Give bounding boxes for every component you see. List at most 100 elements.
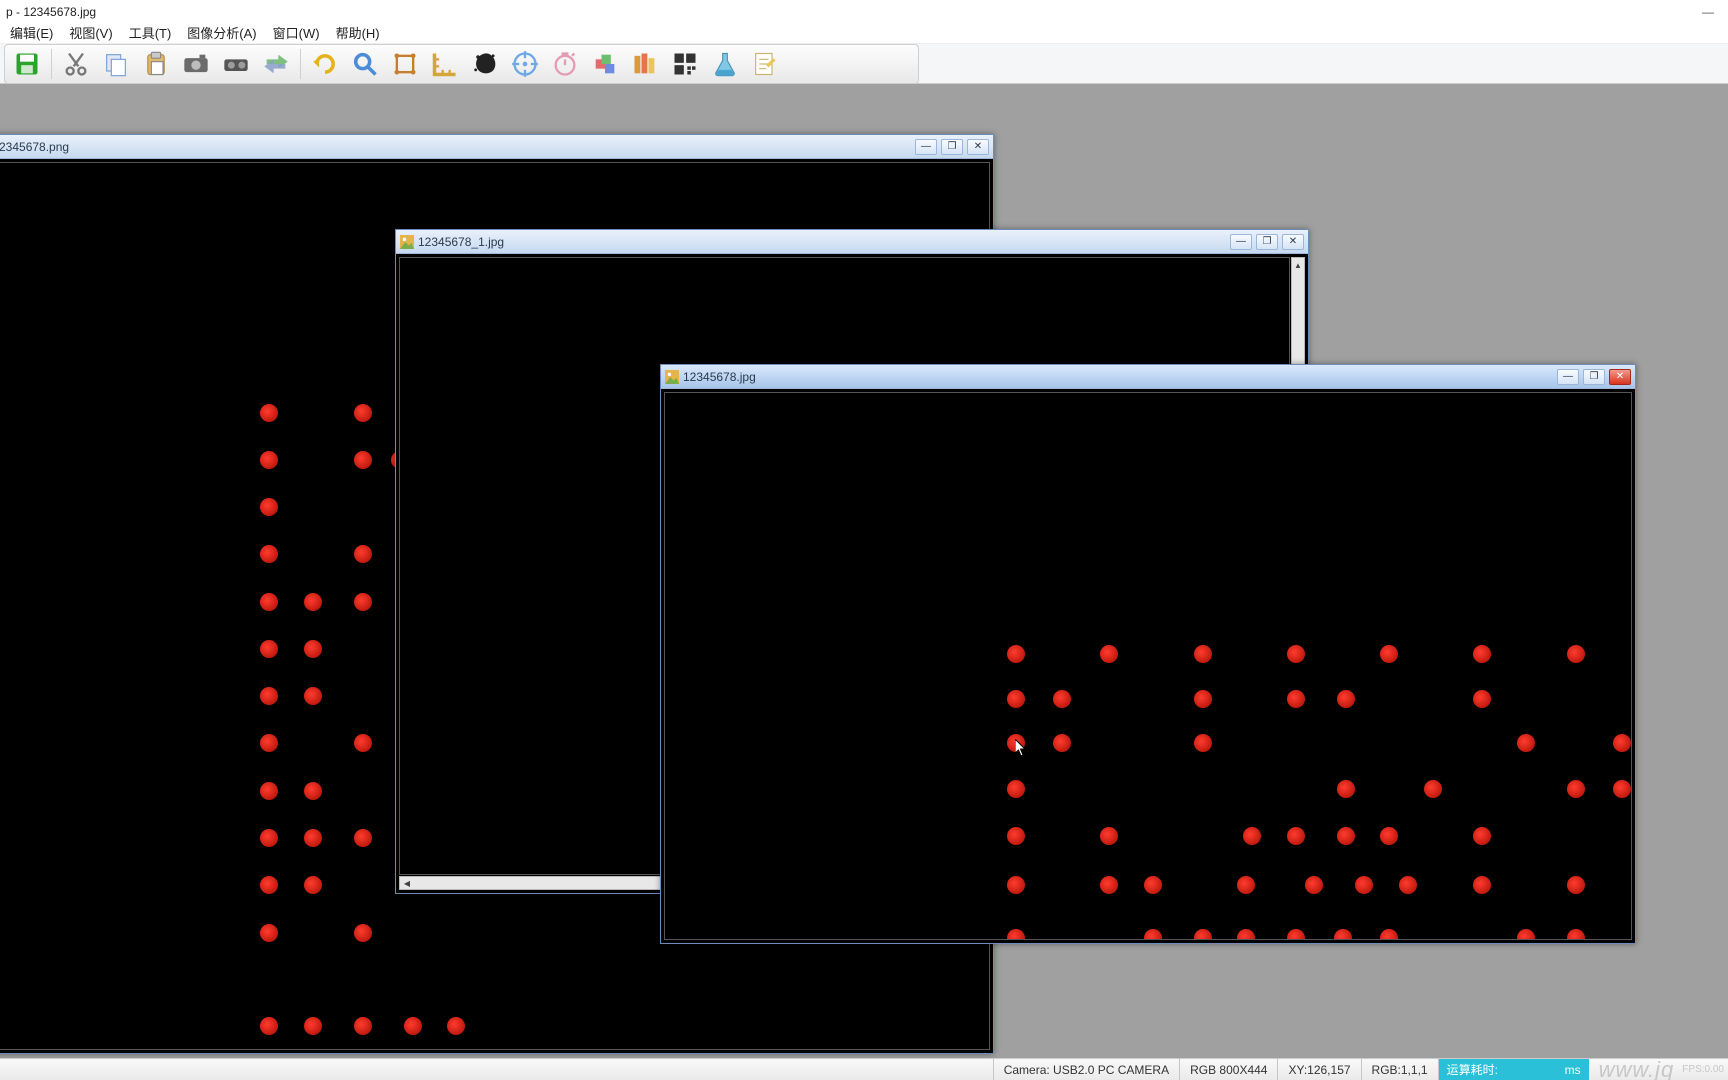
red-dot xyxy=(1237,929,1255,940)
red-dot xyxy=(1399,876,1417,894)
child-window-3-minimize-button[interactable]: — xyxy=(1557,369,1579,385)
red-dot xyxy=(1053,690,1071,708)
red-dot xyxy=(260,1017,278,1035)
red-dot xyxy=(354,451,372,469)
child-window-2-titlebar[interactable]: 12345678_1.jpg — ❐ ✕ xyxy=(396,230,1308,254)
red-dot xyxy=(1287,929,1305,940)
red-dot xyxy=(260,545,278,563)
red-dot xyxy=(354,404,372,422)
status-xy: XY:126,157 xyxy=(1277,1059,1360,1080)
status-rgb: RGB:1,1,1 xyxy=(1361,1059,1438,1080)
app-minimize-button[interactable]: — xyxy=(1688,0,1728,24)
red-dot xyxy=(354,545,372,563)
red-dot xyxy=(260,498,278,516)
red-dot xyxy=(304,593,322,611)
red-dot xyxy=(1194,690,1212,708)
save-icon[interactable] xyxy=(9,47,45,81)
red-dot xyxy=(1100,827,1118,845)
paste-icon[interactable] xyxy=(138,47,174,81)
cut-icon[interactable] xyxy=(58,47,94,81)
child-window-3-canvas[interactable] xyxy=(664,392,1632,940)
red-dot xyxy=(260,829,278,847)
red-dot xyxy=(1100,645,1118,663)
menu-help[interactable]: 帮助(H) xyxy=(328,24,388,44)
copy-icon[interactable] xyxy=(98,47,134,81)
image-icon xyxy=(665,370,679,384)
red-dot xyxy=(304,876,322,894)
menu-edit[interactable]: 编辑(E) xyxy=(2,24,61,44)
zoom-icon[interactable] xyxy=(347,47,383,81)
child-window-2-close-button[interactable]: ✕ xyxy=(1282,234,1304,250)
child-window-1-titlebar[interactable]: 2345678.png — ❐ ✕ xyxy=(0,135,993,159)
child-window-1-close-button[interactable]: ✕ xyxy=(967,139,989,155)
workspace: 2345678.png — ❐ ✕ 12345678_1.jpg — ❐ ✕ ▲… xyxy=(0,84,1728,1058)
timer-icon[interactable] xyxy=(547,47,583,81)
flask-icon[interactable] xyxy=(707,47,743,81)
camera-icon[interactable] xyxy=(178,47,214,81)
ruler-icon[interactable] xyxy=(427,47,463,81)
status-fps: FPS:0.00 xyxy=(1682,1064,1724,1075)
watermark: www.jq xyxy=(1589,1059,1675,1080)
note-icon[interactable] xyxy=(747,47,783,81)
child-window-3[interactable]: 12345678.jpg — ❐ ✕ xyxy=(660,364,1636,944)
child-window-3-maximize-button[interactable]: ❐ xyxy=(1583,369,1605,385)
menu-tools[interactable]: 工具(T) xyxy=(121,24,180,44)
red-dot xyxy=(1194,734,1212,752)
red-dot xyxy=(1007,780,1025,798)
red-dot xyxy=(1007,645,1025,663)
child-window-2-minimize-button[interactable]: — xyxy=(1230,234,1252,250)
child-window-1-maximize-button[interactable]: ❐ xyxy=(941,139,963,155)
red-dot xyxy=(260,924,278,942)
red-dot xyxy=(1007,690,1025,708)
red-dot xyxy=(1473,645,1491,663)
red-dot xyxy=(354,593,372,611)
red-dot xyxy=(260,782,278,800)
menu-window[interactable]: 窗口(W) xyxy=(265,24,328,44)
red-dot xyxy=(1380,827,1398,845)
transfer-icon[interactable] xyxy=(258,47,294,81)
child-window-3-titlebar[interactable]: 12345678.jpg — ❐ ✕ xyxy=(661,365,1635,389)
status-ms-label: ms xyxy=(1565,1063,1581,1077)
record-icon[interactable] xyxy=(218,47,254,81)
3d-icon[interactable] xyxy=(587,47,623,81)
red-dot xyxy=(304,782,322,800)
books-icon[interactable] xyxy=(627,47,663,81)
red-dot xyxy=(260,593,278,611)
barcode-icon[interactable] xyxy=(667,47,703,81)
toolbar-separator xyxy=(300,49,301,79)
crop-icon[interactable] xyxy=(387,47,423,81)
red-dot xyxy=(1567,876,1585,894)
child-window-3-close-button[interactable]: ✕ xyxy=(1609,369,1631,385)
blob-icon[interactable] xyxy=(467,47,503,81)
mouse-cursor-icon xyxy=(1015,739,1027,757)
red-dot xyxy=(354,924,372,942)
red-dot xyxy=(1007,876,1025,894)
menu-view[interactable]: 视图(V) xyxy=(61,24,120,44)
scroll-left-icon[interactable]: ◀ xyxy=(400,877,414,889)
child-window-2-title: 12345678_1.jpg xyxy=(418,235,504,249)
target-icon[interactable] xyxy=(507,47,543,81)
red-dot xyxy=(304,640,322,658)
red-dot xyxy=(260,404,278,422)
red-dot xyxy=(1337,827,1355,845)
red-dot xyxy=(304,829,322,847)
red-dot xyxy=(260,876,278,894)
child-window-1-title: 2345678.png xyxy=(0,140,69,154)
red-dot xyxy=(1334,929,1352,940)
red-dot xyxy=(260,734,278,752)
child-window-1-minimize-button[interactable]: — xyxy=(915,139,937,155)
menu-image-analysis[interactable]: 图像分析(A) xyxy=(179,24,264,44)
scroll-up-icon[interactable]: ▲ xyxy=(1292,258,1304,272)
red-dot xyxy=(1287,827,1305,845)
red-dot xyxy=(1287,645,1305,663)
status-resolution: RGB 800X444 xyxy=(1179,1059,1277,1080)
image-icon xyxy=(400,235,414,249)
red-dot xyxy=(1613,734,1631,752)
red-dot xyxy=(1007,827,1025,845)
red-dot xyxy=(1380,645,1398,663)
undo-icon[interactable] xyxy=(307,47,343,81)
red-dot xyxy=(354,734,372,752)
child-window-2-maximize-button[interactable]: ❐ xyxy=(1256,234,1278,250)
red-dot xyxy=(1355,876,1373,894)
statusbar: Camera: USB2.0 PC CAMERA RGB 800X444 XY:… xyxy=(0,1058,1728,1080)
